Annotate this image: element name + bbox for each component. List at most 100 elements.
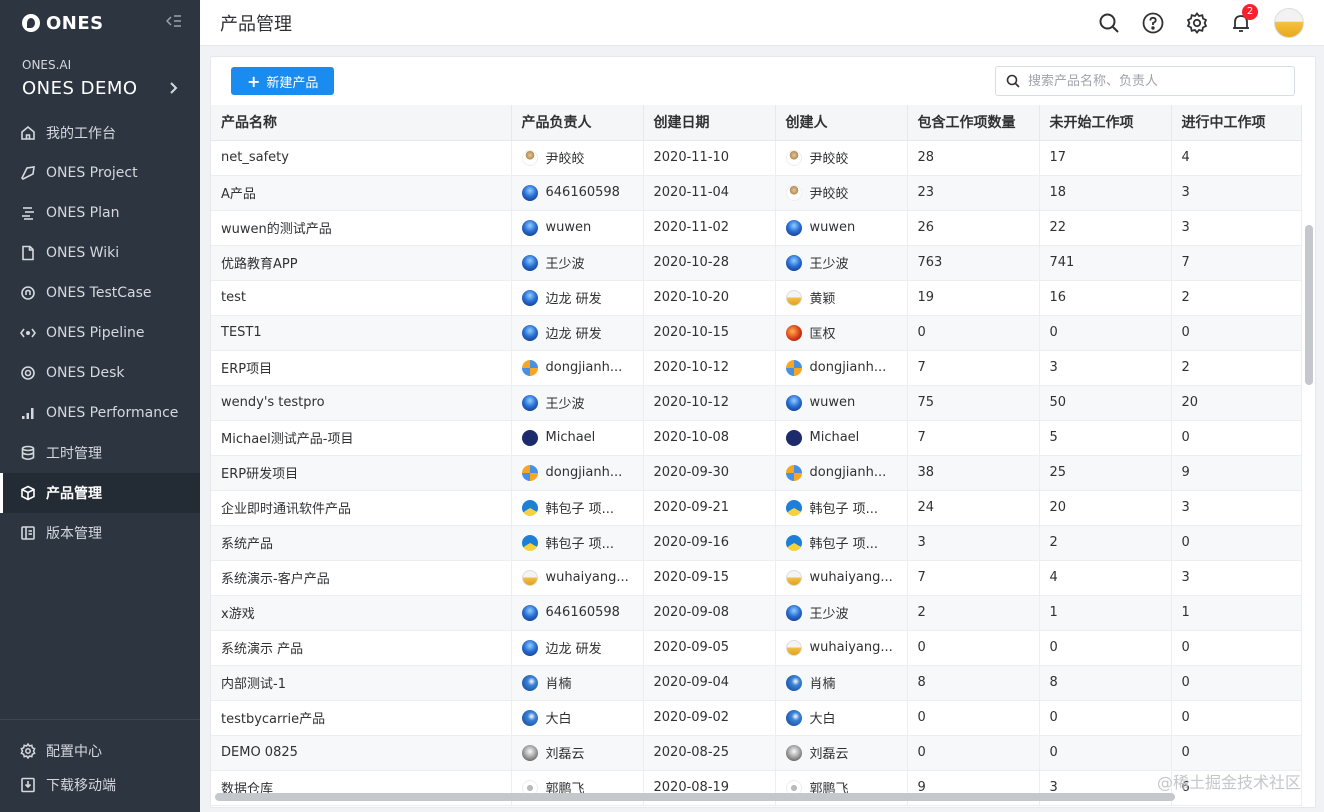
sidebar-item-wiki[interactable]: ONES Wiki — [0, 233, 200, 273]
table-row[interactable]: TEST1 边龙 研发 2020-10-15 匡权 0 0 0 — [211, 315, 1302, 351]
table-row[interactable]: x游戏 646160598 2020-09-08 王少波 2 1 1 — [211, 595, 1302, 631]
product-name-cell[interactable]: wendy's testpro — [211, 385, 512, 421]
product-name-cell[interactable]: DEMO 0825 — [211, 735, 512, 771]
avatar — [521, 534, 538, 551]
sidebar-item-database[interactable]: 工时管理 — [0, 433, 200, 473]
home-icon — [20, 125, 36, 141]
notification-bell-icon[interactable]: 2 — [1230, 3, 1258, 34]
search-box[interactable] — [995, 66, 1295, 96]
product-name-cell[interactable]: ERP研发项目 — [211, 455, 512, 491]
user-cell: 刘磊云 — [785, 743, 897, 762]
column-header[interactable]: 产品名称 — [211, 105, 512, 141]
owner-cell: wuhaiyang... — [511, 560, 644, 596]
plus-icon: + — [247, 71, 261, 91]
search-icon[interactable] — [1098, 12, 1120, 34]
team-switcher[interactable]: ONES DEMO — [22, 78, 178, 99]
sidebar-item-cube[interactable]: 产品管理 — [0, 473, 200, 513]
product-name-cell[interactable]: 系统演示 产品 — [211, 630, 512, 666]
total-items-cell: 23 — [907, 175, 1040, 211]
todo-items-cell: 50 — [1039, 385, 1172, 421]
product-name-cell[interactable]: wuwen的测试产品 — [211, 210, 512, 246]
user-name: 王少波 — [809, 607, 849, 622]
product-name-cell[interactable]: testbycarrie产品 — [211, 700, 512, 736]
product-name-cell[interactable]: 系统产品 — [211, 525, 512, 561]
table-row[interactable]: test 边龙 研发 2020-10-20 黄颖 19 16 2 — [211, 280, 1302, 316]
table-row[interactable]: 优路教育APP 王少波 2020-10-28 王少波 763 741 7 — [211, 245, 1302, 281]
user-name: 肖楠 — [545, 677, 572, 692]
table-row[interactable]: Michael测试产品-项目 Michael 2020-10-08 Michael 7 5… — [211, 420, 1302, 456]
avatar — [521, 184, 538, 201]
avatar — [785, 429, 802, 446]
column-header[interactable]: 产品负责人 — [511, 105, 644, 141]
product-name-cell[interactable]: A产品 — [211, 175, 512, 211]
user-cell: 韩包子 项... — [521, 498, 633, 517]
table-row[interactable]: ERP研发项目 dongjianh... 2020-09-30 dongjianh..… — [211, 455, 1302, 491]
sidebar-footer-item-gear[interactable]: 配置中心 — [0, 734, 200, 768]
table-row[interactable]: DEMO 0825 刘磊云 2020-08-25 刘磊云 0 0 0 — [211, 735, 1302, 771]
avatar — [521, 219, 538, 236]
created-date-cell: 2020-09-16 — [643, 525, 776, 561]
table-row[interactable]: 内部测试-1 肖楠 2020-09-04 肖楠 8 8 0 — [211, 665, 1302, 701]
column-header[interactable]: 创建日期 — [643, 105, 776, 141]
table-header-row: 产品名称 产品负责人 创建日期 创建人 包含工作项数量 未开始工作项 进行中工作项 — [211, 105, 1302, 141]
sidebar-item-desk[interactable]: ONES Desk — [0, 353, 200, 393]
table-row[interactable]: wuwen的测试产品 wuwen 2020-11-02 wuwen 26 22 3 — [211, 210, 1302, 246]
product-name-cell[interactable]: Michael测试产品-项目 — [211, 420, 512, 456]
product-name-cell[interactable]: x游戏 — [211, 595, 512, 631]
product-list-panel: + 新建产品 产品名称产品负责人创建日期创建人包含工作项数量未开始工作项进行中工… — [210, 56, 1316, 808]
column-header[interactable]: 创建人 — [775, 105, 908, 141]
table-row[interactable]: wendy's testpro 王少波 2020-10-12 wuwen 75 50 20 — [211, 385, 1302, 421]
table-row[interactable]: testbycarrie产品 大白 2020-09-02 大白 0 0 0 — [211, 700, 1302, 736]
search-input[interactable] — [1028, 73, 1284, 89]
product-name-cell[interactable]: 内部测试-1 — [211, 665, 512, 701]
column-header[interactable]: 包含工作项数量 — [907, 105, 1040, 141]
column-header[interactable]: 进行中工作项 — [1171, 105, 1302, 141]
logo[interactable]: ONES — [22, 13, 104, 34]
sidebar-footer-item-download[interactable]: 下载移动端 — [0, 768, 200, 802]
avatar — [521, 604, 538, 621]
total-items-cell: 75 — [907, 385, 1040, 421]
total-items-cell: 0 — [907, 630, 1040, 666]
product-name-cell[interactable]: 系统演示-客户产品 — [211, 560, 512, 596]
product-name-cell[interactable]: net_safety — [211, 140, 512, 176]
user-name: 大白 — [545, 712, 572, 727]
performance-icon — [20, 405, 36, 421]
team-name: ONES DEMO — [22, 78, 138, 99]
page-title: 产品管理 — [220, 13, 292, 35]
sidebar-item-performance[interactable]: ONES Performance — [0, 393, 200, 433]
help-icon[interactable] — [1142, 12, 1164, 34]
user-avatar[interactable] — [1274, 7, 1304, 38]
collapse-sidebar-icon[interactable] — [165, 14, 182, 32]
product-name-cell[interactable]: test — [211, 280, 512, 316]
table-row[interactable]: 系统产品 韩包子 项... 2020-09-16 韩包子 项... 3 2 0 — [211, 525, 1302, 561]
sidebar-item-testcase[interactable]: ONES TestCase — [0, 273, 200, 313]
product-name-cell[interactable]: 企业即时通讯软件产品 — [211, 490, 512, 526]
owner-cell: 边龙 研发 — [511, 315, 644, 351]
user-cell: 王少波 — [785, 253, 897, 272]
user-name: wuhaiyang... — [545, 570, 629, 585]
product-name-cell[interactable]: TEST1 — [211, 315, 512, 351]
table-row[interactable]: 企业即时通讯软件产品 韩包子 项... 2020-09-21 韩包子 项... 24 20… — [211, 490, 1302, 526]
sidebar-item-home[interactable]: 我的工作台 — [0, 113, 200, 153]
column-header[interactable]: 未开始工作项 — [1039, 105, 1172, 141]
user-cell: 尹皎皎 — [785, 148, 897, 167]
gear-icon[interactable] — [1186, 11, 1208, 34]
table-row[interactable]: ERP项目 dongjianh... 2020-10-12 dongjianh... 7… — [211, 350, 1302, 386]
table-row[interactable]: 系统演示 产品 边龙 研发 2020-09-05 wuhaiyang... 0 0 0 — [211, 630, 1302, 666]
table-row[interactable]: A产品 646160598 2020-11-04 尹皎皎 23 18 3 — [211, 175, 1302, 211]
sidebar-item-label: ONES Wiki — [46, 245, 120, 261]
user-name: 王少波 — [809, 257, 849, 272]
table-row[interactable]: net_safety 尹皎皎 2020-11-10 尹皎皎 28 17 4 — [211, 140, 1302, 176]
product-name-cell[interactable]: ERP项目 — [211, 350, 512, 386]
sidebar-item-version[interactable]: 版本管理 — [0, 513, 200, 553]
sidebar-item-project[interactable]: ONES Project — [0, 153, 200, 193]
owner-cell: 尹皎皎 — [511, 140, 644, 176]
vertical-scrollbar[interactable] — [1305, 225, 1313, 385]
horizontal-scrollbar[interactable] — [215, 793, 1175, 801]
new-product-button[interactable]: + 新建产品 — [231, 67, 335, 95]
table-row[interactable]: 系统演示-客户产品 wuhaiyang... 2020-09-15 wuhaiyang… — [211, 560, 1302, 596]
product-name-cell[interactable]: 优路教育APP — [211, 245, 512, 281]
search-icon — [1006, 74, 1020, 88]
sidebar-item-plan[interactable]: ONES Plan — [0, 193, 200, 233]
sidebar-item-pipeline[interactable]: ONES Pipeline — [0, 313, 200, 353]
